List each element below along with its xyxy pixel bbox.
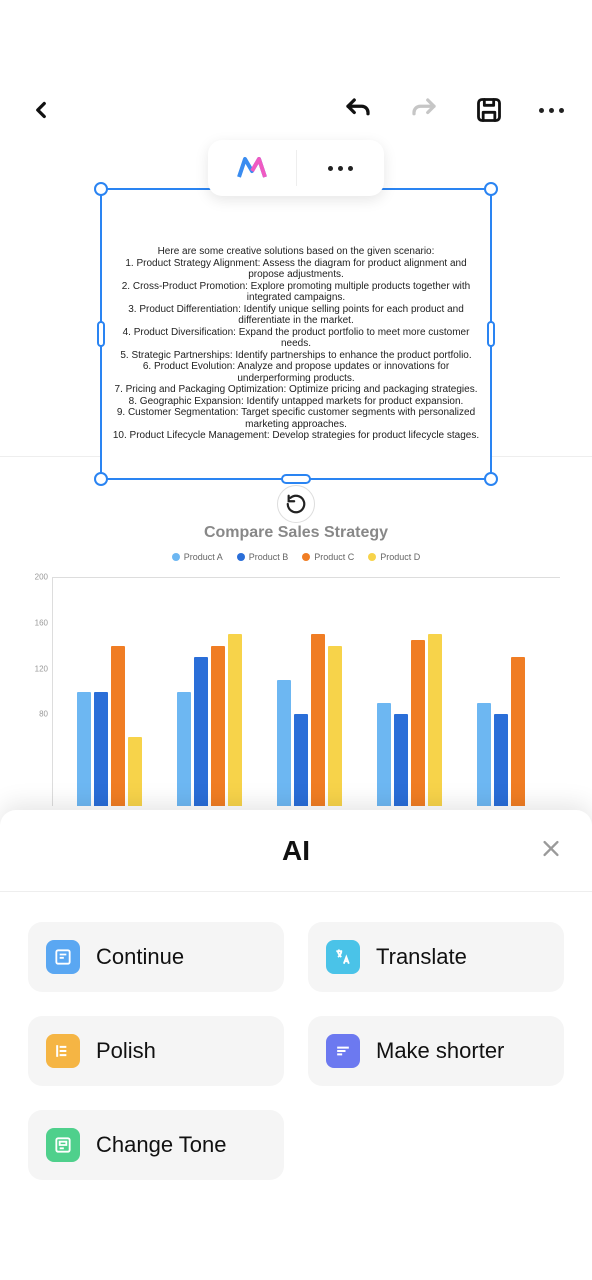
reset-button[interactable] xyxy=(277,485,315,523)
y-tick: 80 xyxy=(39,710,48,719)
legend-label: Product B xyxy=(249,552,289,562)
bar xyxy=(94,692,108,807)
ai-translate-button[interactable]: Translate xyxy=(308,922,564,992)
bar xyxy=(211,646,225,806)
ai-make-shorter-button[interactable]: Make shorter xyxy=(308,1016,564,1086)
translate-icon xyxy=(326,940,360,974)
bar xyxy=(428,634,442,806)
legend-item: Product D xyxy=(368,552,420,562)
app-logo-button[interactable] xyxy=(208,140,296,196)
pill-more-button[interactable] xyxy=(297,140,385,196)
bar xyxy=(111,646,125,806)
resize-handle-bl[interactable] xyxy=(94,472,108,486)
resize-handle-tr[interactable] xyxy=(484,182,498,196)
legend-label: Product A xyxy=(184,552,223,562)
y-tick: 200 xyxy=(35,573,48,582)
reset-icon xyxy=(285,493,307,515)
ai-action-label: Make shorter xyxy=(376,1038,504,1064)
legend-label: Product C xyxy=(314,552,354,562)
bar xyxy=(411,640,425,806)
text-line: 2. Cross-Product Promotion: Explore prom… xyxy=(110,281,482,304)
bar-group xyxy=(73,577,145,806)
bar xyxy=(311,634,325,806)
bar-group xyxy=(173,577,245,806)
ai-action-label: Translate xyxy=(376,944,467,970)
bar xyxy=(228,634,242,806)
ai-action-label: Continue xyxy=(96,944,184,970)
text-line: 9. Customer Segmentation: Target specifi… xyxy=(110,407,482,430)
text-line: 6. Product Evolution: Analyze and propos… xyxy=(110,361,482,384)
y-tick: 160 xyxy=(35,618,48,627)
resize-handle-br[interactable] xyxy=(484,472,498,486)
text-line: 7. Pricing and Packaging Optimization: O… xyxy=(110,384,482,396)
text-line: 8. Geographic Expansion: Identify untapp… xyxy=(110,396,482,408)
bar xyxy=(511,657,525,806)
text-line: 3. Product Differentiation: Identify uni… xyxy=(110,304,482,327)
y-axis: 80 120 160 200 xyxy=(30,572,52,806)
bar-group xyxy=(474,577,546,806)
tone-icon xyxy=(46,1128,80,1162)
legend-label: Product D xyxy=(380,552,420,562)
ai-continue-button[interactable]: Continue xyxy=(28,922,284,992)
top-toolbar xyxy=(0,0,592,140)
y-tick: 120 xyxy=(35,664,48,673)
legend-swatch xyxy=(302,553,310,561)
ai-action-label: Polish xyxy=(96,1038,156,1064)
continue-icon xyxy=(46,940,80,974)
bar xyxy=(494,714,508,806)
bar xyxy=(128,737,142,806)
back-button[interactable] xyxy=(28,97,54,123)
bar xyxy=(328,646,342,806)
app-logo-icon xyxy=(237,157,267,179)
sheet-title: AI xyxy=(282,835,310,867)
more-icon xyxy=(328,166,353,171)
bar-group xyxy=(273,577,345,806)
legend-item: Product C xyxy=(302,552,354,562)
bar-chart: 80 120 160 200 xyxy=(30,572,560,806)
undo-button[interactable] xyxy=(343,95,373,125)
chart-legend: Product A Product B Product C Product D xyxy=(0,552,592,562)
legend-item: Product A xyxy=(172,552,223,562)
text-line: 10. Product Lifecycle Management: Develo… xyxy=(110,430,482,442)
legend-swatch xyxy=(172,553,180,561)
save-button[interactable] xyxy=(475,96,503,124)
redo-button[interactable] xyxy=(409,95,439,125)
sheet-body: Continue Translate Polish Make shorter Chang… xyxy=(0,892,592,1180)
more-button[interactable] xyxy=(539,108,564,113)
floating-toolbar xyxy=(208,140,384,196)
polish-icon xyxy=(46,1034,80,1068)
text-content: Here are some creative solutions based o… xyxy=(102,190,490,450)
legend-item: Product B xyxy=(237,552,289,562)
plot-area xyxy=(52,577,560,806)
selected-text-box[interactable]: Here are some creative solutions based o… xyxy=(100,188,492,480)
bar xyxy=(77,692,91,807)
resize-handle-mb[interactable] xyxy=(281,474,311,484)
shorter-icon xyxy=(326,1034,360,1068)
text-line: 5. Strategic Partnerships: Identify part… xyxy=(110,350,482,362)
ai-action-label: Change Tone xyxy=(96,1132,227,1158)
bar xyxy=(477,703,491,806)
ai-polish-button[interactable]: Polish xyxy=(28,1016,284,1086)
bar xyxy=(277,680,291,806)
legend-swatch xyxy=(368,553,376,561)
text-line: 4. Product Diversification: Expand the p… xyxy=(110,327,482,350)
ai-change-tone-button[interactable]: Change Tone xyxy=(28,1110,284,1180)
bar xyxy=(194,657,208,806)
bar xyxy=(394,714,408,806)
resize-handle-ml[interactable] xyxy=(97,321,105,347)
resize-handle-tl[interactable] xyxy=(94,182,108,196)
close-button[interactable] xyxy=(540,837,562,864)
bar-group xyxy=(374,577,446,806)
bar xyxy=(377,703,391,806)
bar xyxy=(294,714,308,806)
text-line: 1. Product Strategy Alignment: Assess th… xyxy=(110,258,482,281)
chart-title: Compare Sales Strategy xyxy=(0,524,592,542)
ai-sheet: AI Continue Translate Polish Make shorter Ch… xyxy=(0,810,592,1280)
sheet-header: AI xyxy=(0,810,592,892)
intro-line: Here are some creative solutions based o… xyxy=(110,246,482,258)
legend-swatch xyxy=(237,553,245,561)
resize-handle-mr[interactable] xyxy=(487,321,495,347)
close-icon xyxy=(540,837,562,859)
bar xyxy=(177,692,191,807)
